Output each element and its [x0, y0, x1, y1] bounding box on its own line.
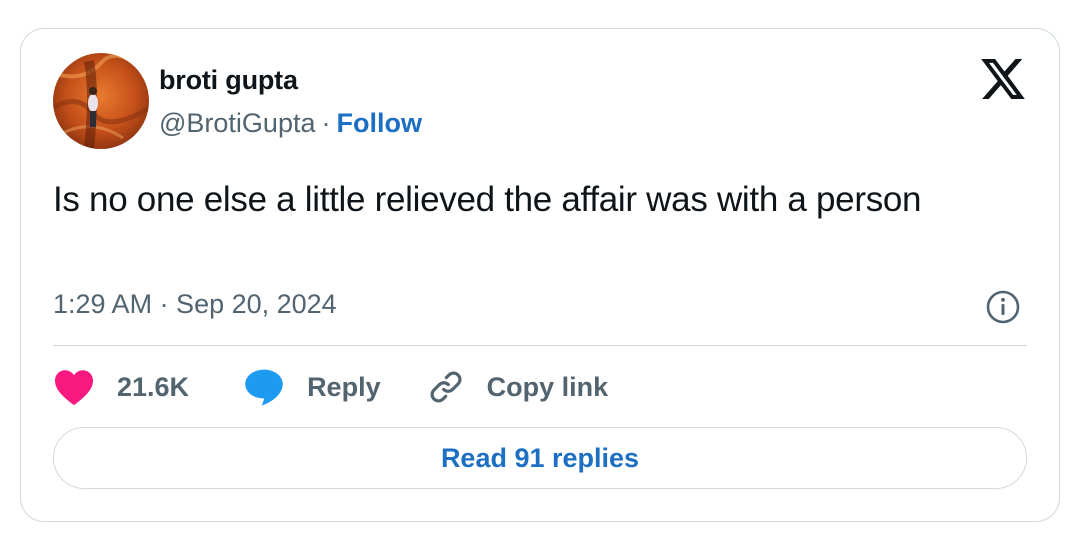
divider [53, 345, 1027, 346]
link-icon [430, 371, 462, 403]
heart-icon [55, 370, 93, 406]
copy-link-button[interactable]: Copy link [427, 368, 609, 406]
copy-link-label: Copy link [486, 371, 609, 402]
separator-dot: · [321, 108, 331, 138]
speech-bubble-icon [245, 369, 283, 406]
reply-button[interactable]: Reply [243, 367, 381, 407]
avatar-image [53, 53, 149, 149]
tweet-card: broti gupta @BrotiGupta · Follow Is no one… [20, 28, 1060, 522]
reply-label: Reply [307, 371, 381, 402]
tweet-timestamp[interactable]: 1:29 AM · Sep 20, 2024 [53, 289, 337, 320]
x-logo-icon[interactable] [981, 59, 1025, 99]
like-button[interactable]: 21.6K [53, 368, 189, 406]
author-name[interactable]: broti gupta [159, 65, 298, 96]
author-handle-line: @BrotiGupta · Follow [159, 108, 422, 139]
info-icon[interactable] [985, 289, 1021, 325]
tweet-text: Is no one else a little relieved the aff… [53, 180, 922, 219]
author-handle[interactable]: @BrotiGupta [159, 108, 315, 138]
avatar[interactable] [53, 53, 149, 149]
like-count: 21.6K [117, 371, 190, 402]
action-bar: 21.6K Reply Copy link [53, 365, 608, 409]
follow-button[interactable]: Follow [336, 108, 421, 138]
read-replies-button[interactable]: Read 91 replies [53, 427, 1027, 489]
